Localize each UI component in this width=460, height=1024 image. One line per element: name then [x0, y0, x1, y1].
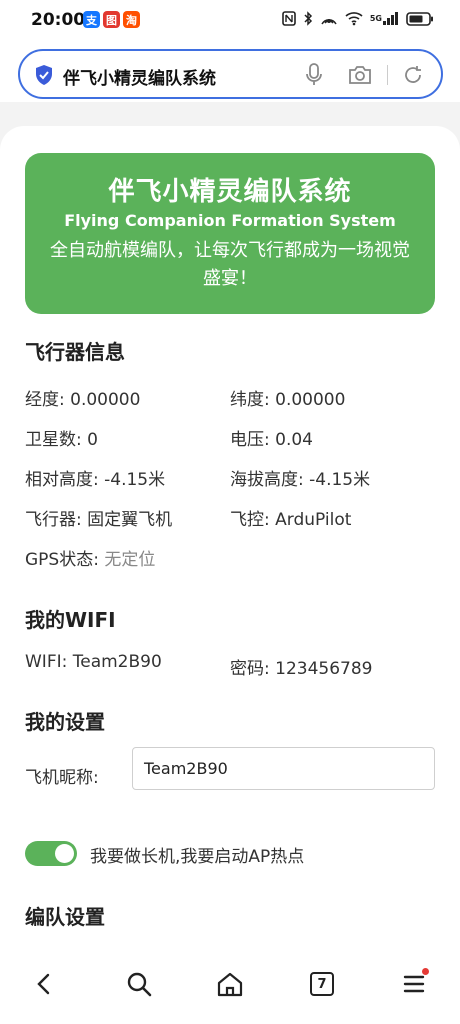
bottom-navigation: 7: [0, 942, 460, 1024]
network-type-label: 5G: [369, 14, 382, 23]
status-bar: 20:00 支图淘 5G: [0, 0, 460, 42]
microphone-icon[interactable]: [305, 63, 323, 91]
hero-description: 全自动航模编队，让每次飞行都成为一场视觉盛宴！: [50, 240, 410, 289]
nickname-input[interactable]: Team2B90: [132, 747, 435, 790]
leader-toggle[interactable]: [25, 841, 77, 866]
menu-button[interactable]: [396, 966, 432, 1002]
system-icons: 5G: [282, 11, 434, 26]
home-icon: [217, 972, 243, 997]
notification-dot: [422, 968, 429, 975]
camera-icon[interactable]: [348, 65, 372, 89]
hero-subtitle: Flying Companion Formation System: [64, 211, 396, 230]
web-page: 伴飞小精灵编队系统 Flying Companion Formation Sys…: [0, 126, 460, 942]
tab-count: 7: [310, 972, 334, 996]
hotspot-icon: [320, 11, 338, 26]
taobao-icon: 淘: [123, 11, 140, 28]
leader-toggle-label: 我要做长机,我要启动AP热点: [90, 847, 305, 867]
menu-icon: [403, 975, 425, 993]
notification-app-icons: 支图淘: [83, 11, 140, 28]
refresh-icon[interactable]: [402, 64, 424, 90]
voltage-field: 电压: 0.04: [230, 430, 313, 450]
cellular-signal-icon: 5G: [370, 12, 399, 25]
aircraft-info-title: 飞行器信息: [25, 340, 125, 364]
hero-banner: 伴飞小精灵编队系统 Flying Companion Formation Sys…: [25, 153, 435, 314]
settings-title: 我的设置: [25, 710, 105, 734]
app-red-icon: 图: [103, 11, 120, 28]
hero-title: 伴飞小精灵编队系统: [108, 177, 352, 207]
flight-controller-field: 飞控: ArduPilot: [230, 510, 352, 530]
toggle-knob: [55, 844, 74, 863]
address-divider: [387, 65, 388, 85]
wifi-icon: [345, 11, 363, 26]
wifi-password-field: 密码: 123456789: [230, 659, 373, 679]
gps-status-field: GPS状态: 无定位: [25, 545, 155, 570]
nfc-icon: [282, 11, 296, 26]
formation-title: 编队设置: [25, 905, 105, 929]
nickname-label: 飞机昵称:: [25, 768, 99, 788]
home-button[interactable]: [212, 966, 248, 1002]
satellites-field: 卫星数: 0: [25, 430, 98, 450]
relative-altitude-field: 相对高度: -4.15米: [25, 470, 166, 490]
security-shield-icon: [34, 64, 54, 86]
wifi-ssid-field: WIFI: Team2B90: [25, 652, 162, 672]
altitude-field: 海拔高度: -4.15米: [230, 470, 371, 490]
search-icon: [127, 972, 152, 997]
wifi-title: 我的WIFI: [25, 608, 116, 632]
status-time: 20:00: [31, 10, 86, 30]
address-bar[interactable]: 伴飞小精灵编队系统: [18, 49, 443, 99]
address-text[interactable]: 伴飞小精灵编队系统: [63, 64, 216, 89]
battery-icon: [406, 11, 434, 26]
gps-status-value: 无定位: [104, 550, 156, 570]
gps-status-label: GPS状态:: [25, 550, 105, 570]
back-arrow-icon: [37, 973, 50, 995]
alipay-icon: 支: [83, 11, 100, 28]
longitude-field: 经度: 0.00000: [25, 390, 141, 410]
bluetooth-icon: [303, 11, 313, 26]
back-button[interactable]: [26, 966, 62, 1002]
tabs-button[interactable]: 7: [304, 966, 340, 1002]
search-button[interactable]: [121, 966, 157, 1002]
latitude-field: 纬度: 0.00000: [230, 390, 346, 410]
aircraft-type-field: 飞行器: 固定翼飞机: [25, 510, 173, 530]
